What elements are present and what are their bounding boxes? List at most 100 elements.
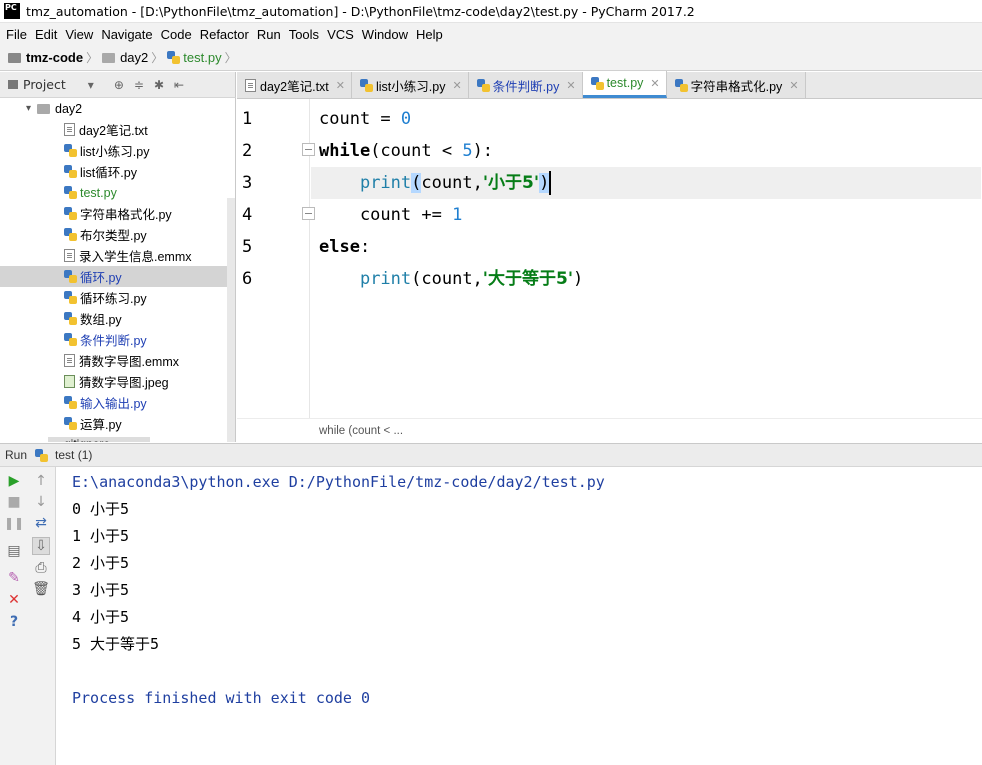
gear-icon[interactable]: ✱ <box>154 78 164 92</box>
tree-item[interactable]: 循环练习.py <box>0 287 235 308</box>
tree-item-label: day2 <box>55 101 83 116</box>
editor-tab[interactable]: day2笔记.txt ✕ <box>237 72 352 98</box>
menu-file[interactable]: File <box>2 27 31 42</box>
tree-item[interactable]: list小练习.py <box>0 140 235 161</box>
menu-window[interactable]: Window <box>358 27 412 42</box>
close-icon[interactable]: ✕ <box>566 79 575 92</box>
tree-item[interactable]: 运算.py <box>0 413 235 434</box>
tree-scrollbar[interactable] <box>227 198 235 442</box>
pause-icon[interactable]: ❚❚ <box>4 514 24 532</box>
console-line: 2 小于5 <box>72 554 130 572</box>
hide-panel-icon[interactable]: ⇤ <box>174 78 184 92</box>
close-icon[interactable]: ✕ <box>452 79 461 92</box>
menu-help[interactable]: Help <box>412 27 447 42</box>
editor-tab[interactable]: test.py ✕ <box>582 71 667 98</box>
breadcrumb-project[interactable]: tmz-code 〉 <box>8 49 102 66</box>
stop-icon[interactable]: ■ <box>5 493 23 511</box>
tree-item-partial[interactable]: gitignore <box>0 434 235 442</box>
editor-tab[interactable]: 条件判断.py ✕ <box>468 72 583 98</box>
close-icon[interactable]: ✕ <box>650 77 659 90</box>
tree-item[interactable]: 猜数字导图.jpeg <box>0 371 235 392</box>
tree-item-label: 循环练习.py <box>80 292 147 306</box>
tree-item[interactable]: day2笔记.txt <box>0 119 235 140</box>
console-line: 3 小于5 <box>72 581 130 599</box>
menu-bar: File Edit View Navigate Code Refactor Run Tools… <box>0 23 982 45</box>
tree-item[interactable]: 输入输出.py <box>0 392 235 413</box>
text-caret <box>549 171 552 195</box>
tree-item[interactable]: 字符串格式化.py <box>0 203 235 224</box>
python-file-icon <box>64 144 77 157</box>
python-file-icon <box>64 333 77 346</box>
console-command-line: E:\anaconda3\python.exe D:/PythonFile/tm… <box>72 473 605 491</box>
run-tab-test[interactable]: test (1) <box>35 448 92 462</box>
code-line-5: else: <box>311 231 981 263</box>
arrow-up-icon[interactable]: ↑ <box>32 472 50 490</box>
python-file-icon <box>35 448 49 462</box>
run-panel-title: Run <box>5 448 28 462</box>
code-string: '大于等于5' <box>482 269 574 289</box>
window-title: tmz_automation - [D:\PythonFile\tmz_auto… <box>26 3 695 19</box>
scroll-from-source-icon[interactable]: ⊕ <box>114 78 124 92</box>
console-output[interactable]: E:\anaconda3\python.exe D:/PythonFile/tm… <box>56 467 982 765</box>
menu-code[interactable]: Code <box>157 27 196 42</box>
tree-item[interactable]: 布尔类型.py <box>0 224 235 245</box>
console-exit-message: Process finished with exit code 0 <box>72 689 371 707</box>
menu-vcs[interactable]: VCS <box>323 27 358 42</box>
tree-item-label: 条件判断.py <box>80 334 147 348</box>
run-tab-label: test (1) <box>55 448 93 462</box>
tree-item-label: test.py <box>80 185 117 200</box>
menu-edit[interactable]: Edit <box>31 27 61 42</box>
project-icon <box>8 80 18 89</box>
arrow-down-icon[interactable]: ↓ <box>32 493 50 511</box>
menu-run[interactable]: Run <box>253 27 285 42</box>
close-icon[interactable]: ✕ <box>336 79 345 92</box>
text-file-icon <box>64 123 75 136</box>
code-function: print <box>359 173 412 193</box>
chevron-down-icon[interactable]: ▾ <box>88 78 94 92</box>
editor-tab[interactable]: list小练习.py ✕ <box>352 72 469 98</box>
tree-item[interactable]: 循环.py <box>0 266 235 287</box>
chevron-down-icon[interactable]: ▾ <box>26 103 31 114</box>
editor-tab[interactable]: 字符串格式化.py ✕ <box>666 72 806 98</box>
breadcrumb-file[interactable]: test.py 〉 <box>167 49 240 66</box>
project-tree: ▾ day2 day2笔记.txt list小练习.py list循环.py test… <box>0 98 236 442</box>
help-icon[interactable]: ? <box>5 613 23 631</box>
tree-item[interactable]: test.py <box>0 182 235 203</box>
close-icon[interactable]: ✕ <box>5 591 23 609</box>
pycharm-logo-icon: PC <box>4 3 20 19</box>
tree-item-label: 循环.py <box>80 271 122 285</box>
editor-tabs: day2笔记.txt ✕ list小练习.py ✕ 条件判断.py ✕ test.py ✕ 字符… <box>237 71 982 99</box>
navigation-bar: tmz-code 〉 day2 〉 test.py 〉 <box>0 45 982 71</box>
tree-item[interactable]: 条件判断.py <box>0 329 235 350</box>
pin-icon[interactable]: ✎ <box>5 569 23 587</box>
editor-breadcrumb-footer[interactable]: while (count < ... <box>237 418 982 442</box>
line-number: 1 <box>242 109 253 129</box>
scroll-to-end-icon[interactable]: ⇩ <box>32 537 50 555</box>
python-file-icon <box>64 270 77 283</box>
code-editor[interactable]: 1 2 3 4 5 6 count = 0 while(count < 5): … <box>237 99 982 418</box>
tree-item[interactable]: 录入学生信息.emmx <box>0 245 235 266</box>
menu-navigate[interactable]: Navigate <box>97 27 156 42</box>
breadcrumb-folder[interactable]: day2 〉 <box>102 49 167 66</box>
trash-icon[interactable]: 🗑 <box>32 580 50 598</box>
collapse-all-icon[interactable]: ≑ <box>134 78 144 92</box>
folder-icon <box>8 52 21 63</box>
file-icon <box>64 354 75 367</box>
project-view-selector[interactable]: Project <box>23 77 66 92</box>
print-icon[interactable]: ⎙ <box>32 559 50 577</box>
rerun-icon[interactable]: ▶ <box>5 472 23 490</box>
menu-tools[interactable]: Tools <box>285 27 323 42</box>
tree-item[interactable]: 数组.py <box>0 308 235 329</box>
close-icon[interactable]: ✕ <box>789 79 798 92</box>
menu-refactor[interactable]: Refactor <box>196 27 253 42</box>
code-line-6: print(count,'大于等于5') <box>311 263 981 295</box>
tree-folder-day2[interactable]: ▾ day2 <box>0 98 235 119</box>
tree-item[interactable]: list循环.py <box>0 161 235 182</box>
soft-wrap-icon[interactable]: ⇄ <box>32 514 50 532</box>
chevron-right-icon: 〉 <box>224 51 237 65</box>
menu-view[interactable]: View <box>61 27 97 42</box>
tree-item-label: 字符串格式化.py <box>80 208 172 222</box>
tree-item[interactable]: 猜数字导图.emmx <box>0 350 235 371</box>
restore-layout-icon[interactable]: ▤ <box>5 542 23 560</box>
